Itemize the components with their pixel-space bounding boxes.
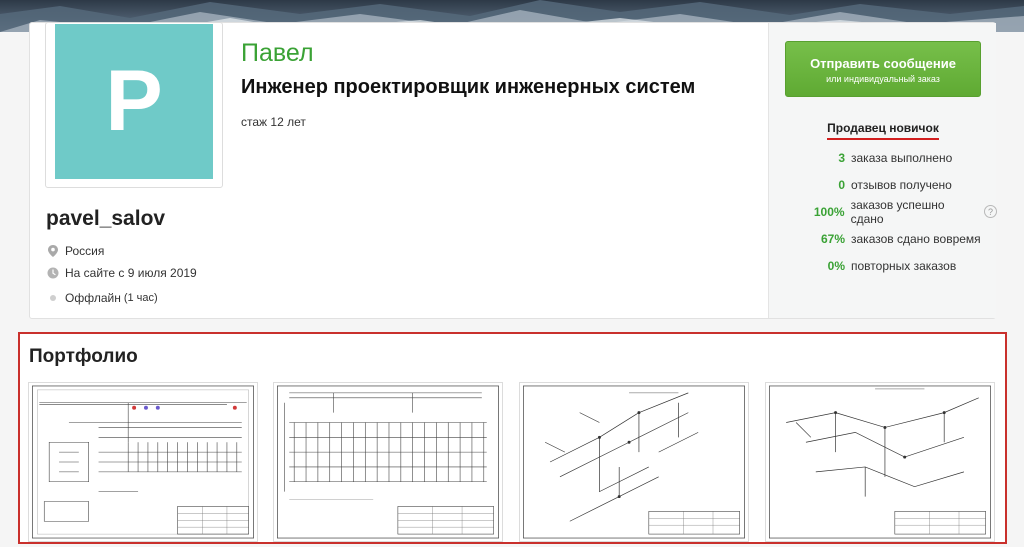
stat-label: заказов успешно сдано: [850, 197, 945, 226]
username: pavel_salov: [46, 207, 166, 230]
member-since-text: На сайте с 9 июля 2019: [65, 266, 197, 280]
isometric-drawing-icon: [523, 385, 745, 539]
portfolio-section: Портфолио: [18, 332, 1007, 544]
send-message-sublabel: или индивидуальный заказ: [826, 74, 940, 84]
stat-value: 0: [838, 177, 845, 192]
stat-orders-completed: 3 заказа выполнено: [769, 144, 997, 171]
status-text: Оффлайн: [65, 291, 121, 305]
stat-orders-on-time: 67% заказов сдано вовремя: [769, 225, 997, 252]
avatar[interactable]: P: [55, 24, 213, 179]
seller-title: Инженер проектировщик инженерных систем: [241, 76, 696, 98]
offline-dot-icon: [50, 295, 56, 301]
stat-label: заказов сдано вовремя: [851, 231, 981, 246]
avatar-letter: P: [105, 53, 163, 149]
portfolio-item-2[interactable]: [273, 382, 503, 542]
help-question-icon[interactable]: ?: [984, 205, 997, 218]
stat-orders-success: 100% заказов успешно сдано ?: [769, 197, 997, 226]
seller-level-label: Продавец новичок: [827, 121, 939, 140]
seller-name: Павел: [241, 39, 314, 67]
stat-label: отзывов получено: [851, 177, 952, 192]
status-note: (1 час): [123, 292, 158, 304]
clock-icon: [47, 267, 59, 279]
schematic-drawing-icon: [32, 385, 254, 539]
stat-reviews-received: 0 отзывов получено: [769, 171, 997, 198]
stat-value: 0%: [827, 258, 845, 273]
stat-value: 100%: [813, 204, 845, 219]
stat-value: 67%: [820, 231, 845, 246]
send-message-button[interactable]: Отправить сообщение или индивидуальный з…: [785, 41, 981, 97]
schematic-drawing-icon: [277, 385, 499, 539]
country-text: Россия: [65, 244, 105, 258]
location-pin-icon: [47, 245, 59, 257]
portfolio-item-1[interactable]: [28, 382, 258, 542]
portfolio-item-4[interactable]: [765, 382, 995, 542]
stat-repeat-orders: 0% повторных заказов: [769, 252, 997, 279]
stat-label: заказа выполнено: [851, 150, 953, 165]
experience-text: стаж 12 лет: [241, 115, 306, 129]
portfolio-item-3[interactable]: [519, 382, 749, 542]
isometric-drawing-icon: [769, 385, 991, 539]
avatar-frame: P: [45, 22, 223, 188]
stat-value: 3: [838, 150, 845, 165]
stats-list: 3 заказа выполнено 0 отзывов получено 10…: [769, 144, 997, 279]
send-message-label: Отправить сообщение: [810, 56, 956, 71]
online-status-row: Оффлайн (1 час): [47, 291, 158, 305]
seller-level: Продавец новичок: [769, 119, 997, 140]
profile-card: P pavel_salov Россия На сайте с 9 июля 2…: [29, 22, 997, 319]
member-since-row: На сайте с 9 июля 2019: [47, 266, 197, 280]
location-row: Россия: [47, 244, 104, 258]
seller-stats-panel: Отправить сообщение или индивидуальный з…: [768, 23, 997, 318]
stat-label: повторных заказов: [851, 258, 957, 273]
portfolio-title: Портфолио: [29, 346, 138, 367]
